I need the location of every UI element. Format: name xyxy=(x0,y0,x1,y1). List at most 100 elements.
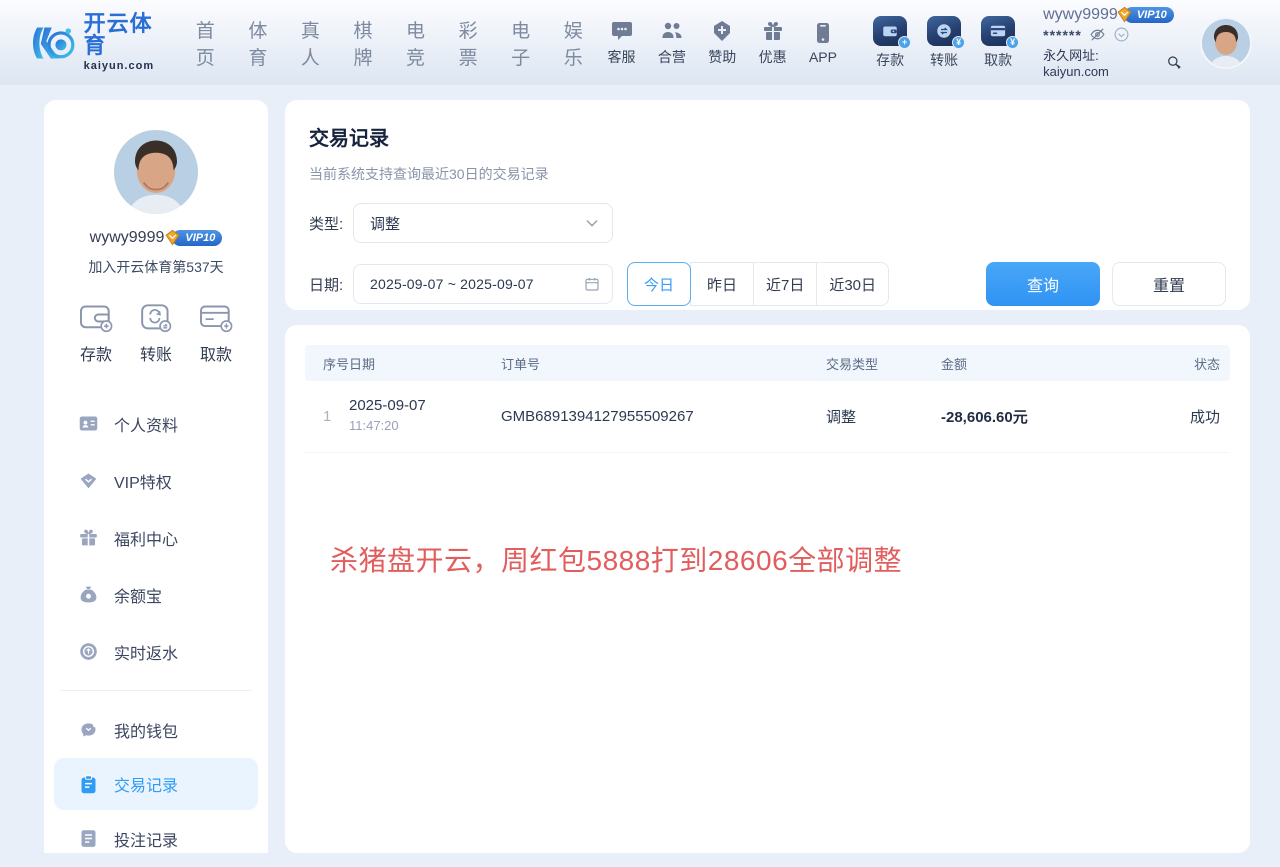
partnership-button[interactable]: 合营 xyxy=(650,19,694,67)
results-card: 序号 日期 订单号 交易类型 金额 状态 1 2025-09-07 11:47:… xyxy=(285,325,1250,853)
nav-slots[interactable]: 电子 xyxy=(509,12,547,74)
sidebar-vip-badge: VIP10 xyxy=(172,230,222,246)
sidebar: wywy9999 VIP10 加入开云体育第537天 存款 转账 取款 xyxy=(44,100,268,853)
nav-chess[interactable]: 棋牌 xyxy=(351,12,389,74)
id-card-icon xyxy=(78,413,99,434)
nav-home[interactable]: 首页 xyxy=(194,12,232,74)
transfer-button[interactable]: ¥ 转账 xyxy=(921,16,967,70)
date-filter-row: 日期: 2025-09-07 ~ 2025-09-07 今日 昨日 近7日 近3… xyxy=(309,262,1226,306)
transfer-outline-icon xyxy=(138,303,174,333)
table-row[interactable]: 1 2025-09-07 11:47:20 GMB689139412795550… xyxy=(305,381,1230,453)
sidebar-item-transactions[interactable]: 交易记录 xyxy=(54,758,258,810)
row-index: 1 xyxy=(305,408,349,425)
promotions-button[interactable]: 优惠 xyxy=(750,19,794,67)
sponsor-button[interactable]: 赞助 xyxy=(700,19,744,67)
refresh-balance-icon[interactable] xyxy=(1113,26,1130,43)
filter-card: 交易记录 当前系统支持查询最近30日的交易记录 类型: 调整 日期: 2025-… xyxy=(285,100,1250,310)
joined-days-label: 加入开云体育第537天 xyxy=(44,257,268,277)
sidebar-transfer-button[interactable]: 转账 xyxy=(138,303,174,365)
sidebar-item-wallet[interactable]: 我的钱包 xyxy=(44,701,268,758)
sidebar-item-label: 投注记录 xyxy=(114,827,178,851)
sponsor-icon xyxy=(710,19,734,43)
withdraw-button[interactable]: ¥ 取款 xyxy=(975,16,1021,70)
nav-entertainment[interactable]: 娱乐 xyxy=(562,12,600,74)
withdraw-label: 取款 xyxy=(984,50,1012,70)
avatar-image xyxy=(114,130,198,214)
kaiyun-logo-icon xyxy=(28,20,76,66)
deposit-tile: + xyxy=(873,16,907,46)
brand-logo[interactable]: 开云体育 kaiyun.com xyxy=(28,13,168,72)
col-amount: 金额 xyxy=(941,354,1161,373)
page-subtitle: 当前系统支持查询最近30日的交易记录 xyxy=(309,164,1226,184)
sidebar-username: wywy9999 xyxy=(90,229,165,247)
vip-gem-icon xyxy=(163,228,182,247)
deposit-button[interactable]: + 存款 xyxy=(867,16,913,70)
bank-card-icon xyxy=(989,22,1007,40)
customer-service-button[interactable]: 客服 xyxy=(599,19,643,67)
sidebar-deposit-button[interactable]: 存款 xyxy=(78,303,114,365)
gift-icon xyxy=(761,19,785,43)
main-nav: 首页 体育 真人 棋牌 电竞 彩票 电子 娱乐 xyxy=(194,12,600,74)
row-date: 2025-09-07 11:47:20 xyxy=(349,396,501,437)
sidebar-item-welfare[interactable]: 福利中心 xyxy=(44,509,268,566)
date-range-input[interactable]: 2025-09-07 ~ 2025-09-07 xyxy=(353,264,613,304)
sidebar-withdraw-button[interactable]: 取款 xyxy=(198,303,234,365)
nav-esports[interactable]: 电竞 xyxy=(404,12,442,74)
sidebar-item-profile[interactable]: 个人资料 xyxy=(44,395,268,452)
nav-live[interactable]: 真人 xyxy=(299,12,337,74)
partners-icon xyxy=(660,19,684,43)
user-info-block: wywy9999 VIP10 ****** 永久网址: kaiyun.com xyxy=(1043,6,1182,79)
col-date: 日期 xyxy=(349,354,501,373)
col-order-no: 订单号 xyxy=(501,354,826,373)
avatar-image xyxy=(1202,19,1250,67)
date-range-value: 2025-09-07 ~ 2025-09-07 xyxy=(370,276,584,292)
nav-lottery[interactable]: 彩票 xyxy=(457,12,495,74)
nav-sports[interactable]: 体育 xyxy=(246,12,284,74)
range-30days-button[interactable]: 近30日 xyxy=(816,262,889,306)
type-label: 类型: xyxy=(309,213,353,234)
sidebar-item-label: 个人资料 xyxy=(114,412,178,436)
range-7days-button[interactable]: 近7日 xyxy=(753,262,817,306)
rebate-coin-icon xyxy=(78,641,99,662)
app-download-button[interactable]: APP xyxy=(801,21,845,65)
row-amount: -28,606.60元 xyxy=(941,406,1161,427)
phone-icon xyxy=(811,21,835,45)
sidebar-item-label: 实时返水 xyxy=(114,640,178,664)
top-bar: 开云体育 kaiyun.com 首页 体育 真人 棋牌 电竞 彩票 电子 娱乐 … xyxy=(0,0,1280,85)
chevron-down-icon xyxy=(584,215,600,231)
range-today-button[interactable]: 今日 xyxy=(627,262,691,306)
type-select-value: 调整 xyxy=(370,213,584,234)
card-outline-icon xyxy=(198,303,234,333)
gift-icon xyxy=(78,527,99,548)
range-yesterday-button[interactable]: 昨日 xyxy=(690,262,754,306)
transaction-record-icon xyxy=(78,774,99,795)
query-button[interactable]: 查询 xyxy=(986,262,1100,306)
page-title: 交易记录 xyxy=(309,122,1226,151)
page-body: wywy9999 VIP10 加入开云体育第537天 存款 转账 取款 xyxy=(0,85,1280,853)
sidebar-item-label: VIP特权 xyxy=(114,469,172,493)
sidebar-item-yuebao[interactable]: 余额宝 xyxy=(44,566,268,623)
sidebar-item-rebate[interactable]: 实时返水 xyxy=(44,623,268,680)
eye-off-icon[interactable] xyxy=(1089,26,1106,43)
deposit-label: 存款 xyxy=(876,50,904,70)
yuan-badge-icon: ¥ xyxy=(1006,36,1019,49)
profile-avatar[interactable] xyxy=(114,130,198,214)
user-avatar[interactable] xyxy=(1200,17,1252,69)
yuan-badge-icon: ¥ xyxy=(952,36,965,49)
transfer-tile: ¥ xyxy=(927,16,961,46)
reset-button[interactable]: 重置 xyxy=(1112,262,1226,306)
sidebar-menu: 个人资料 VIP特权 福利中心 余额宝 实时返水 我的钱包 xyxy=(44,395,268,867)
magnifier-icon[interactable] xyxy=(1166,54,1182,71)
type-select[interactable]: 调整 xyxy=(353,203,613,243)
vip-diamond-icon xyxy=(78,470,99,491)
customer-service-label: 客服 xyxy=(608,47,636,67)
vip-level-label: VIP10 xyxy=(1137,9,1167,21)
sidebar-item-label: 福利中心 xyxy=(114,526,178,550)
transfer-icon xyxy=(935,22,953,40)
sidebar-item-bets[interactable]: 投注记录 xyxy=(44,810,268,867)
sidebar-withdraw-label: 取款 xyxy=(200,341,232,365)
top-right-area: 客服 合营 赞助 优惠 APP + 存款 xyxy=(599,6,1252,79)
sidebar-item-vip[interactable]: VIP特权 xyxy=(44,452,268,509)
sidebar-quick-actions: 存款 转账 取款 xyxy=(44,303,268,365)
bet-record-icon xyxy=(78,828,99,849)
